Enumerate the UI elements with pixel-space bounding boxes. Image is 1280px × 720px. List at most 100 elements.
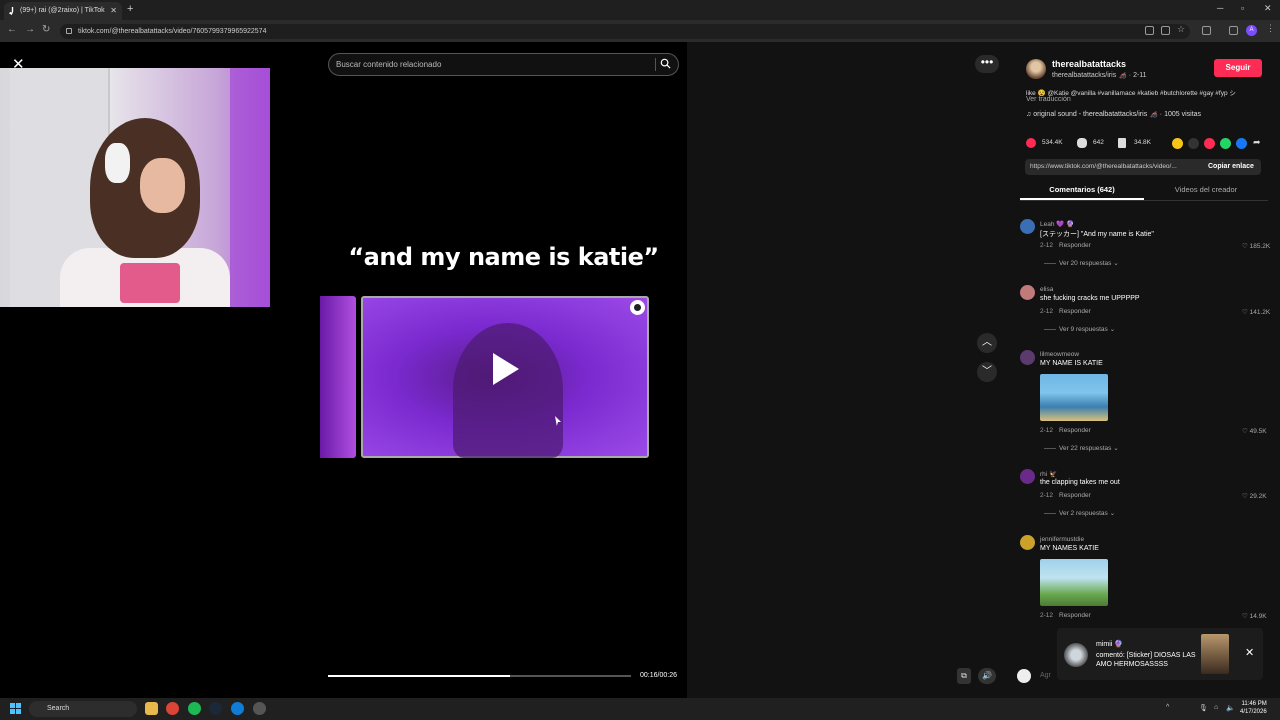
save-count: 34.8K — [1134, 139, 1151, 146]
maximize-icon[interactable]: ▫ — [1241, 3, 1244, 13]
view-replies-button[interactable]: Ver 20 respuestas ⌄ — [1044, 259, 1119, 267]
address-bar[interactable]: tiktok.com/@therealbatattacks/video/7605… — [60, 24, 1190, 39]
view-replies-button[interactable]: Ver 9 respuestas ⌄ — [1044, 325, 1115, 333]
picture-in-picture-icon[interactable]: ⧉ — [957, 668, 971, 684]
whatsapp-icon[interactable] — [1220, 138, 1231, 149]
progress-fill — [328, 675, 510, 677]
comment-avatar[interactable] — [1020, 350, 1035, 365]
tab-comments[interactable]: Comentarios (642) — [1020, 185, 1144, 194]
steam-icon[interactable] — [209, 702, 222, 715]
copy-link-button[interactable]: Copiar enlace — [1208, 163, 1254, 170]
comment-avatar[interactable] — [1020, 219, 1035, 234]
reply-button[interactable]: Responder — [1059, 308, 1091, 315]
edge-icon[interactable] — [231, 702, 244, 715]
view-replies-button[interactable]: Ver 22 respuestas ⌄ — [1044, 444, 1119, 452]
volume-icon[interactable]: 🔊 — [978, 668, 996, 684]
comment-avatar[interactable] — [1020, 469, 1035, 484]
comment-avatar[interactable] — [1020, 285, 1035, 300]
app-icon[interactable] — [253, 702, 266, 715]
embed-icon[interactable] — [1188, 138, 1199, 149]
tab-creator-videos[interactable]: Videos del creador — [1144, 185, 1268, 194]
bookmark-icon[interactable] — [1118, 138, 1126, 148]
previous-clip-thumbnail[interactable] — [320, 296, 356, 458]
reload-icon[interactable]: ↻ — [42, 24, 50, 35]
site-info-icon[interactable] — [66, 28, 72, 34]
video-link[interactable]: https://www.tiktok.com/@therealbatattack… — [1030, 163, 1202, 170]
comment-bubble-icon[interactable] — [1077, 138, 1087, 148]
cast-icon[interactable] — [1161, 26, 1170, 35]
like-count: 534.4K — [1042, 139, 1063, 146]
browser-menu-icon[interactable]: ⋮ — [1266, 23, 1275, 33]
taskbar-clock[interactable]: 11:46 PM 4/17/2026 — [1240, 700, 1267, 716]
next-video-icon[interactable]: ﹀ — [977, 362, 997, 382]
browser-tab[interactable]: (99+) rai (@2raixo) | TikTok ✕ — [4, 2, 122, 20]
back-icon[interactable]: ← — [7, 24, 17, 35]
tab-close-icon[interactable]: ✕ — [110, 2, 117, 20]
search-icon[interactable] — [660, 58, 671, 69]
tab-divider — [1020, 200, 1268, 201]
comment-count: 642 — [1093, 139, 1104, 146]
comment-like-count[interactable]: ♡ 49.5K — [1242, 427, 1267, 435]
minimize-icon[interactable]: ─ — [1217, 3, 1223, 13]
extension-icon[interactable] — [1202, 26, 1211, 35]
comment-username[interactable]: rhi 🦅 — [1040, 470, 1057, 478]
sticker-image[interactable] — [1040, 559, 1108, 606]
reply-button[interactable]: Responder — [1059, 427, 1091, 434]
more-options-button[interactable]: ••• — [975, 55, 999, 73]
toast-username: mimii 🔮 — [1096, 641, 1123, 648]
comment-avatar[interactable] — [1020, 535, 1035, 550]
emoji-share-icon[interactable] — [1172, 138, 1183, 149]
comment-like-count[interactable]: ♡ 29.2K — [1242, 492, 1267, 500]
comment-username[interactable]: lilmeowmeow — [1040, 351, 1079, 358]
file-explorer-icon[interactable] — [145, 702, 158, 715]
comment-username[interactable]: elisa — [1040, 286, 1053, 293]
tray-chevron-icon[interactable]: ^ — [1166, 704, 1169, 711]
toast-close-icon[interactable]: ✕ — [1245, 646, 1254, 659]
composer-avatar — [1017, 669, 1031, 683]
author-username[interactable]: therealbatattacks — [1052, 59, 1126, 69]
translate-link[interactable]: Ver traducción — [1026, 96, 1071, 103]
comment-text: she fucking cracks me UPPPPP — [1040, 295, 1140, 302]
comment-like-count[interactable]: ♡ 141.2K — [1242, 308, 1270, 316]
bookmark-star-icon[interactable]: ☆ — [1177, 24, 1186, 34]
profile-avatar[interactable]: A — [1246, 25, 1257, 36]
share-arrow-icon[interactable]: ➦ — [1253, 137, 1261, 148]
view-replies-button[interactable]: Ver 2 respuestas ⌄ — [1044, 509, 1115, 517]
network-icon[interactable]: ⌂ — [1214, 704, 1218, 711]
sound-link[interactable]: ♫ original sound - therealbatattacks/iri… — [1026, 110, 1201, 118]
forward-icon[interactable]: → — [25, 24, 35, 35]
comment-like-count[interactable]: ♡ 14.9K — [1242, 612, 1267, 620]
spotify-icon[interactable] — [188, 702, 201, 715]
follow-button[interactable]: Seguir — [1214, 59, 1262, 77]
translate-icon[interactable] — [1145, 26, 1154, 35]
comment-date: 2-12 — [1040, 612, 1054, 619]
windows-start-icon[interactable] — [10, 703, 21, 714]
author-avatar[interactable] — [1026, 59, 1046, 79]
comment-like-count[interactable]: ♡ 185.2K — [1242, 242, 1270, 250]
reply-button[interactable]: Responder — [1059, 242, 1091, 249]
taskbar-search[interactable]: Search — [29, 701, 137, 717]
headset-icon — [105, 143, 130, 183]
extensions-puzzle-icon[interactable] — [1229, 26, 1238, 35]
search-placeholder: Buscar contenido relacionado — [336, 60, 442, 69]
speaker-icon[interactable]: 🔈 — [1226, 704, 1235, 712]
chrome-icon[interactable] — [166, 702, 179, 715]
comment-text: [ステッカー] "And my name is Katie" — [1040, 231, 1154, 238]
reply-button[interactable]: Responder — [1059, 492, 1091, 499]
reply-button[interactable]: Responder — [1059, 612, 1091, 619]
mic-icon[interactable]: 🎙 — [1199, 704, 1208, 712]
comment-username[interactable]: Leah 💜 🔮 — [1040, 220, 1074, 228]
play-icon[interactable] — [493, 353, 519, 385]
camera-badge-icon — [630, 300, 645, 315]
previous-video-icon[interactable]: ︿ — [977, 333, 997, 353]
sticker-image[interactable] — [1040, 374, 1108, 421]
comment-input[interactable]: Agr — [1040, 672, 1051, 679]
repost-icon[interactable] — [1204, 138, 1215, 149]
clip-figure — [453, 323, 563, 458]
new-tab-icon[interactable]: + — [127, 3, 133, 15]
like-heart-icon[interactable] — [1026, 138, 1036, 148]
window-close-icon[interactable]: ✕ — [1264, 3, 1272, 14]
facebook-icon[interactable] — [1236, 138, 1247, 149]
webcam-purple-light — [230, 68, 270, 307]
comment-username[interactable]: jennifermustdie — [1040, 536, 1084, 543]
